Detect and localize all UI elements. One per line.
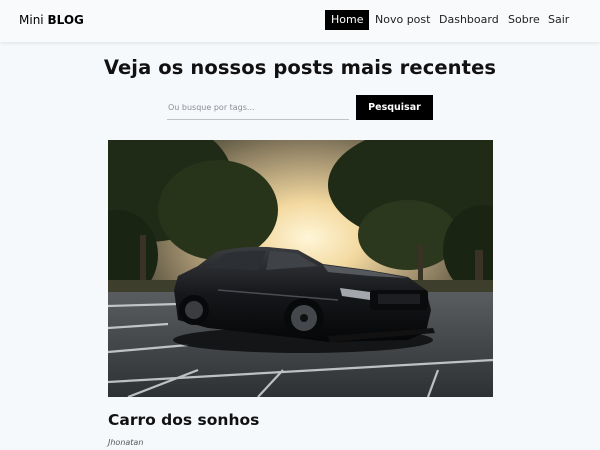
logo-bold: BLOG [47,13,84,27]
nav-item-home[interactable]: Home [325,10,370,30]
nav-item-sobre[interactable]: Sobre [508,10,540,30]
post-image[interactable] [108,140,493,397]
post-author: Jhonatan [108,438,144,447]
post-title[interactable]: Carro dos sonhos [108,411,259,429]
search-button[interactable]: Pesquisar [356,95,433,120]
logo[interactable]: Mini BLOG [19,13,84,27]
page-title: Veja os nossos posts mais recentes [103,56,497,79]
navbar: Mini BLOG Home Novo post Dashboard Sobre… [0,0,600,42]
search-input[interactable] [167,96,349,120]
nav-item-sair[interactable]: Sair [548,10,569,30]
nav-item-novo-post[interactable]: Novo post [375,10,430,30]
nav-item-dashboard[interactable]: Dashboard [439,10,499,30]
logo-light: Mini [19,13,44,27]
